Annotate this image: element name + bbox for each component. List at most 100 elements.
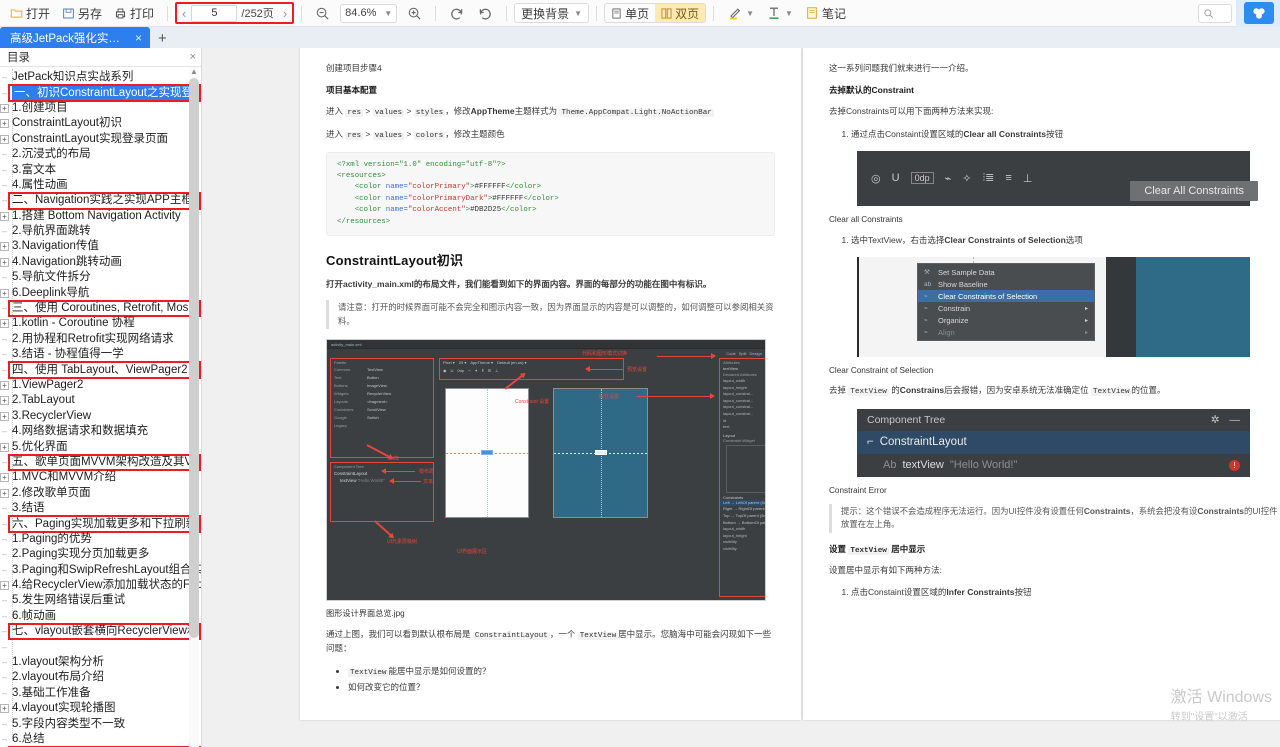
as-palette-item[interactable]: TextView (367, 366, 383, 374)
toc-expand-icon[interactable]: + (0, 381, 9, 390)
as-palette-row[interactable]: Common TextView (331, 366, 433, 374)
as-constraint-row[interactable]: Bottom → BottomOf parent (0dp) (720, 520, 765, 527)
pdf-viewer[interactable]: 创建项目步骤4 项目基本配置 进入 res > values > styles，… (202, 48, 1280, 747)
toc-item-3[interactable]: + ConstraintLayout初识 (0, 116, 201, 131)
ctx-menu-item[interactable]: ⌁ Organize ▸ (918, 314, 1094, 326)
as-palette-item[interactable]: ImageView (367, 382, 387, 390)
as-palette-category[interactable]: Widgets (331, 390, 367, 398)
as-palette-category[interactable]: Text (331, 374, 367, 382)
page-number-input[interactable] (191, 4, 238, 22)
as-palette-item[interactable]: Button (367, 374, 379, 382)
toc-item-0[interactable]: – JetPack知识点实战系列 (0, 70, 201, 85)
toc-item-37[interactable]: – (0, 639, 201, 654)
component-tree-child-row[interactable]: Ab textView "Hello World!" ! (857, 454, 1250, 477)
toc-item-19[interactable]: – 四、使用 TabLayout、ViewPager2 ，Re (0, 361, 201, 380)
toc-item-20[interactable]: +1.ViewPager2 (0, 378, 201, 393)
toc-item-26[interactable]: +1.MVC和MVVM介绍 (0, 470, 201, 485)
as-palette-item[interactable]: ScrollView (367, 406, 386, 414)
toc-item-24[interactable]: +5.优化界面 (0, 439, 201, 454)
magic-wand-icon[interactable]: ✧ (962, 172, 971, 185)
toc-expand-icon[interactable]: + (0, 488, 9, 498)
baseline-icon[interactable]: ⊥ (1023, 172, 1033, 185)
sidebar-close-icon[interactable]: × (190, 51, 196, 63)
toc-expand-icon[interactable]: + (0, 581, 9, 591)
as-preview-chip[interactable]: Pixel ▾ (443, 360, 455, 365)
vip-cloud-button[interactable] (1244, 2, 1274, 24)
as-ci-6[interactable]: ⫴ (482, 368, 484, 373)
toc-item-38[interactable]: –1.vlayout架构分析 (0, 655, 201, 670)
toc-item-8[interactable]: – 二、Navigation实践之实现APP主框架以 (0, 192, 201, 210)
toc-item-27[interactable]: +2.修改歌单页面 (0, 486, 201, 501)
toc-expand-icon[interactable]: + (0, 319, 9, 329)
saveas-button[interactable]: 另存 (56, 3, 108, 24)
toc-expand-icon[interactable]: + (0, 288, 9, 298)
as-palette-row[interactable]: Legacy (331, 422, 433, 430)
note-button[interactable]: 笔记 (799, 3, 852, 24)
as-constraint-row[interactable]: Top → TopOf parent (0dp) (720, 513, 765, 520)
text-tool-button[interactable]: ▼ (760, 3, 799, 24)
toc-expand-icon[interactable]: + (0, 134, 9, 144)
toc-item-16[interactable]: +1.kotlin - Coroutine 协程 (0, 316, 201, 331)
align-vertical-icon[interactable]: ⫶≣ (982, 171, 994, 185)
toc-item-40[interactable]: –3.基础工作准备 (0, 686, 201, 701)
toc-expand-icon[interactable]: + (0, 119, 9, 129)
as-ci-1[interactable]: ◉ (443, 368, 447, 373)
as-palette-category[interactable]: Layouts (331, 398, 367, 406)
toc-item-39[interactable]: –2.vlayout布局介绍 (0, 670, 201, 685)
toc-item-43[interactable]: –6.总结 (0, 732, 201, 747)
toc-item-23[interactable]: –4.网络数据请求和数据填充 (0, 424, 201, 439)
as-ci-4[interactable]: ⌁ (468, 368, 470, 373)
toc-item-6[interactable]: –3.富文本 (0, 162, 201, 177)
toc-scroll-thumb[interactable] (189, 78, 199, 638)
toc-item-21[interactable]: +2.TabLayout (0, 393, 201, 408)
toc-item-30[interactable]: –1.Paging的优势 (0, 532, 201, 547)
toc-item-17[interactable]: –2.用协程和Retrofit实现网络请求 (0, 332, 201, 347)
toc-item-22[interactable]: +3.RecyclerView (0, 409, 201, 424)
toc-item-12[interactable]: +4.Navigation跳转动画 (0, 255, 201, 270)
toc-expand-icon[interactable]: + (0, 704, 9, 714)
scroll-up-arrow[interactable]: ▲ (189, 67, 199, 76)
toc-item-9[interactable]: +1.搭建 Bottom Navigation Activity (0, 209, 201, 224)
tab-close-icon[interactable]: × (135, 31, 142, 45)
as-palette-item[interactable]: <fragment> (367, 398, 387, 406)
as-palette-category[interactable]: Containers (331, 406, 367, 414)
document-tab[interactable]: 高级JetPack强化实战.pdf × (0, 27, 150, 48)
toc-item-32[interactable]: –3.Paging和SwipRefreshLayout组合实现 (0, 563, 201, 578)
as-ci-7[interactable]: ☰ (488, 368, 492, 373)
single-page-button[interactable]: 单页 (605, 4, 655, 22)
as-constraint-widget-diagram[interactable] (726, 444, 765, 493)
toc-item-15[interactable]: – 三、使用 Coroutines, Retrofit, Moshi实 (0, 299, 201, 318)
toc-item-29[interactable]: – 六、Paging实现加载更多和下拉刷新，错 (0, 515, 201, 534)
as-ci-5[interactable]: ✦ (475, 368, 478, 373)
toc-item-41[interactable]: +4.vlayout实现轮播图 (0, 701, 201, 716)
toc-expand-icon[interactable]: + (0, 473, 9, 483)
rotate-left-button[interactable] (443, 3, 471, 24)
toc-item-36[interactable]: – 七、vlayout嵌套横向RecyclerView和Bar (0, 623, 201, 641)
toc-expand-icon[interactable]: + (0, 257, 9, 267)
as-palette-category[interactable]: Buttons (331, 382, 367, 390)
as-palette-row[interactable]: Buttons ImageView (331, 382, 433, 390)
toc-item-13[interactable]: –5.导航文件拆分 (0, 270, 201, 285)
component-tree-root-row[interactable]: ⌐ ConstraintLayout (857, 430, 1250, 454)
as-palette-category[interactable]: Legacy (331, 422, 367, 430)
ctx-menu-item[interactable]: ⚒ Set Sample Data (918, 266, 1094, 278)
toc-item-10[interactable]: –2.导航界面跳转 (0, 224, 201, 239)
as-palette-row[interactable]: Containers ScrollView (331, 406, 433, 414)
zoom-out-button[interactable] (309, 3, 336, 24)
align-horizontal-icon[interactable]: ≡ (1005, 172, 1011, 184)
change-background-select[interactable]: 更换背景 ▼ (514, 3, 590, 23)
as-palette-row[interactable]: Google Switch (331, 414, 433, 422)
as-palette-row[interactable]: Widgets RecyclerView (331, 390, 433, 398)
toc-expand-icon[interactable]: + (0, 442, 9, 452)
toc-item-34[interactable]: –5.发生网络错误后重试 (0, 593, 201, 608)
toc-item-33[interactable]: +4.给RecyclerView添加加载状态的Footer (0, 578, 201, 593)
toc-item-11[interactable]: +3.Navigation传值 (0, 239, 201, 254)
as-palette-category[interactable]: Common (331, 366, 367, 374)
ctx-menu-item[interactable]: ⌁ Clear Constraints of Selection (918, 290, 1094, 303)
magnet-icon[interactable]: U (892, 172, 900, 184)
as-preview-chip[interactable]: AppTheme ▾ (470, 360, 493, 365)
new-tab-button[interactable]: + (150, 31, 175, 48)
as-ci-8[interactable]: ⊥ (495, 368, 498, 373)
toc-item-2[interactable]: +1.创建项目 (0, 101, 201, 116)
as-preview-chip[interactable]: Default (en-us) ▾ (497, 360, 527, 365)
